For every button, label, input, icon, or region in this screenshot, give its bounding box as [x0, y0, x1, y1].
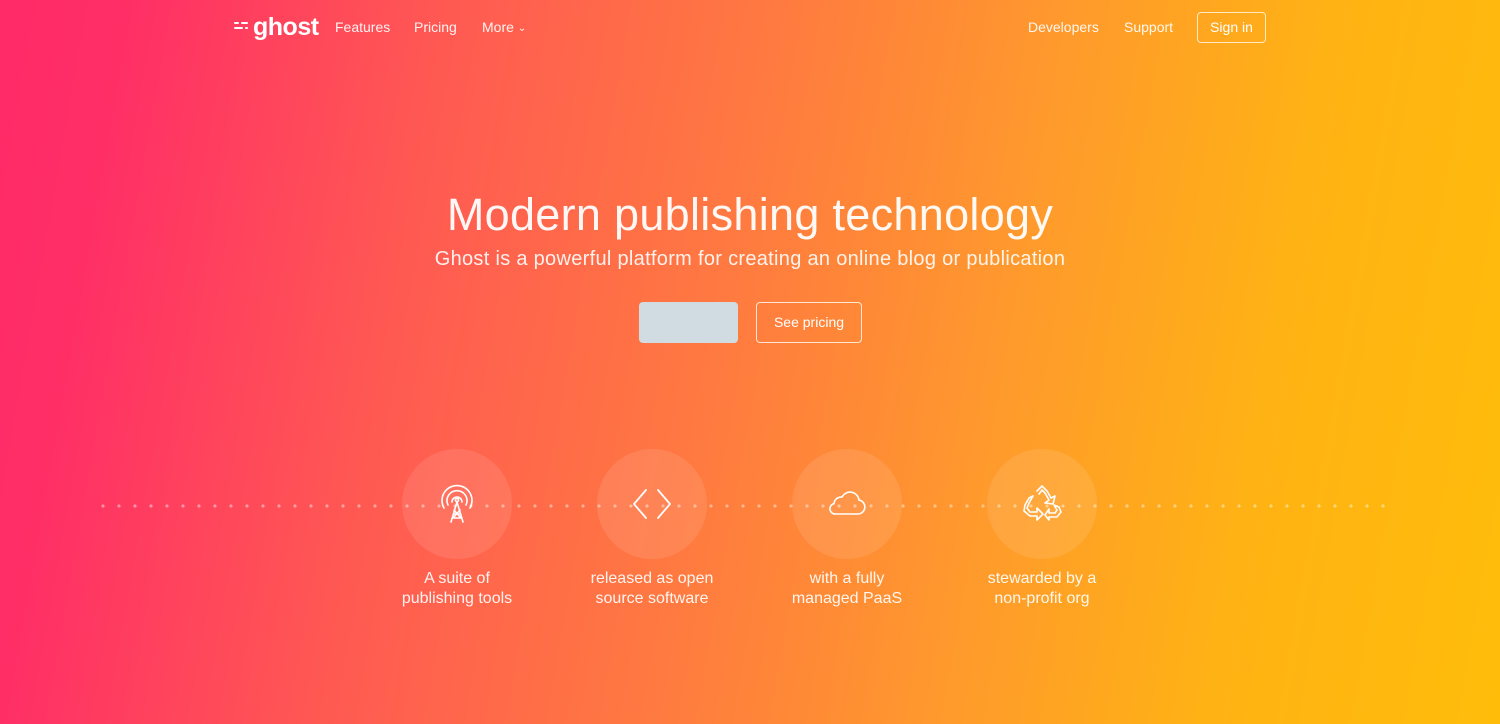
feature-caption: released as open source software [552, 569, 752, 609]
chevron-down-icon: ⌄ [517, 23, 527, 34]
feature-caption-line1: stewarded by a [987, 570, 1097, 587]
feature-caption-line1: with a fully [809, 570, 885, 587]
nav-link-more-label: More [482, 19, 514, 35]
nav-link-support[interactable]: Support [1124, 18, 1173, 36]
primary-cta-button[interactable] [639, 302, 738, 343]
feature-icon-circle [402, 449, 512, 559]
top-navigation: ghost Features Pricing More ⌄ Developers … [0, 0, 1500, 56]
feature-caption-line1: released as open [590, 570, 714, 587]
feature-caption-line1: A suite of [424, 570, 490, 587]
feature-caption: stewarded by a non-profit org [942, 569, 1142, 609]
feature-icon-circle [597, 449, 707, 559]
hero-subtitle: Ghost is a powerful platform for creatin… [434, 248, 1066, 270]
logo-text: ghost [253, 13, 319, 41]
nav-link-more[interactable]: More ⌄ [482, 18, 526, 38]
nav-link-features[interactable]: Features [335, 18, 390, 36]
nav-link-developers[interactable]: Developers [1028, 18, 1099, 36]
sign-in-button[interactable]: Sign in [1197, 12, 1266, 43]
feature-icon-circle [987, 449, 1097, 559]
dotted-connector-line [95, 504, 1385, 508]
hero-title: Modern publishing technology [446, 189, 1054, 240]
feature-caption-line2: non-profit org [994, 590, 1090, 607]
feature-caption: A suite of publishing tools [357, 569, 557, 609]
feature-caption: with a fully managed PaaS [747, 569, 947, 609]
ghost-logo-icon [234, 20, 248, 34]
broadcast-tower-icon [441, 484, 473, 523]
code-brackets-icon [633, 489, 671, 519]
nav-link-pricing[interactable]: Pricing [414, 18, 457, 36]
feature-caption-line2: source software [595, 590, 709, 607]
feature-caption-line2: publishing tools [401, 590, 513, 607]
see-pricing-button[interactable]: See pricing [756, 302, 862, 343]
feature-icon-circle [792, 449, 902, 559]
feature-caption-line2: managed PaaS [791, 590, 903, 607]
cloud-icon [829, 491, 866, 515]
ghost-logo[interactable]: ghost [234, 12, 319, 42]
recycle-icon [1023, 485, 1062, 521]
